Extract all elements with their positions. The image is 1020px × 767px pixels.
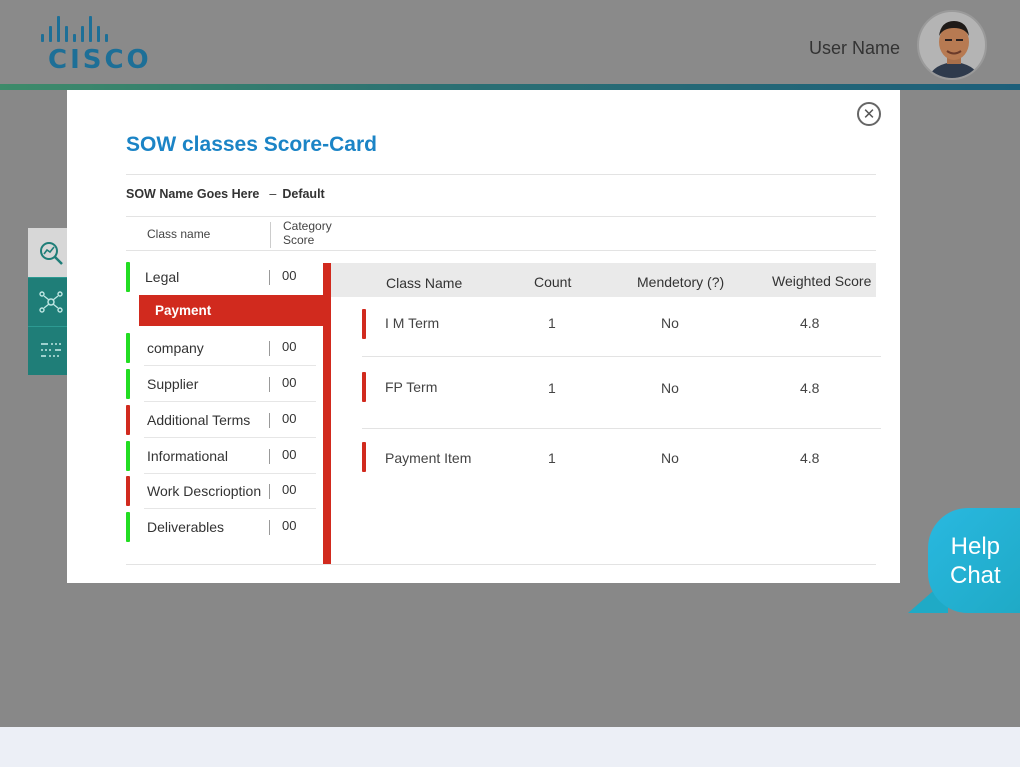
separator — [269, 270, 270, 285]
class-row-supplier[interactable]: Supplier 00 — [126, 366, 316, 402]
status-marker-green — [126, 369, 130, 399]
class-score: 00 — [282, 375, 297, 390]
cell-mandatory: No — [661, 380, 679, 396]
header-class-name: Class Name — [386, 275, 463, 291]
class-name: Deliverables — [147, 519, 225, 535]
class-name: Supplier — [147, 376, 199, 392]
divider — [126, 250, 876, 251]
top-header: CISCO User Name — [0, 0, 1020, 84]
column-header-class-name: Class name — [147, 227, 211, 241]
close-icon: ✕ — [862, 105, 876, 123]
status-marker-red — [126, 405, 130, 435]
status-marker-red — [362, 442, 366, 472]
divider — [126, 564, 876, 565]
class-row-legal[interactable]: Legal 00 — [126, 259, 316, 295]
cell-class-name: FP Term — [385, 379, 438, 395]
sow-separator: – — [269, 187, 277, 201]
cisco-logo-bars-icon — [41, 14, 148, 42]
class-row-payment-selected[interactable]: Payment — [139, 295, 324, 326]
column-header-separator — [270, 222, 271, 248]
status-marker-green — [126, 512, 130, 542]
status-marker-red — [362, 372, 366, 402]
cell-class-name: I M Term — [385, 315, 440, 331]
table-row[interactable]: FP Term 1 No 4.8 — [331, 365, 881, 429]
separator — [269, 484, 270, 499]
avatar-portrait-icon — [919, 12, 985, 78]
header-weighted-score: Weighted Score — [772, 273, 872, 289]
separator — [269, 449, 270, 464]
help-chat-line1: Help — [950, 533, 1001, 560]
class-name: company — [147, 340, 204, 356]
analytics-search-icon — [40, 241, 63, 265]
class-name: Informational — [147, 448, 228, 464]
row-divider — [362, 356, 881, 357]
scorecard-modal: ✕ SOW classes Score-Card SOW Name Goes H… — [67, 90, 900, 583]
list-filter-icon — [41, 343, 61, 357]
cell-count: 1 — [548, 450, 556, 466]
cisco-logo[interactable]: CISCO — [38, 14, 152, 75]
selected-class-connector — [323, 263, 331, 565]
class-score: 00 — [282, 268, 297, 283]
rail-item-list[interactable] — [28, 326, 68, 375]
cell-count: 1 — [548, 315, 556, 331]
cell-weighted-score: 4.8 — [800, 450, 820, 466]
header-mandatory: Mendetory (?) — [637, 274, 725, 290]
row-divider — [362, 428, 881, 429]
status-marker-green — [126, 441, 130, 471]
avatar[interactable] — [917, 10, 987, 80]
class-name: Legal — [145, 269, 180, 285]
rail-item-network[interactable] — [28, 277, 68, 326]
class-name: Additional Terms — [147, 412, 251, 428]
separator — [269, 413, 270, 428]
help-chat-label: Help Chat — [950, 532, 1001, 590]
class-score: 00 — [282, 339, 297, 354]
cell-mandatory: No — [661, 450, 679, 466]
class-row-deliverables[interactable]: Deliverables 00 — [126, 509, 316, 545]
cell-mandatory: No — [661, 315, 679, 331]
separator — [269, 520, 270, 535]
help-chat-button[interactable]: Help Chat — [908, 508, 1020, 613]
side-rail — [28, 228, 68, 375]
network-icon — [39, 291, 63, 313]
user-name[interactable]: User Name — [809, 38, 900, 59]
sow-name: SOW Name Goes Here — [126, 187, 260, 201]
status-marker-green — [126, 333, 130, 363]
class-row-additional-terms[interactable]: Additional Terms 00 — [126, 402, 316, 438]
separator — [269, 377, 270, 392]
detail-table-header: Class Name Count Mendetory (?) Weighted … — [331, 263, 876, 297]
class-score: 00 — [282, 518, 297, 533]
modal-title: SOW classes Score-Card — [126, 133, 377, 156]
status-marker-red — [362, 309, 366, 339]
sow-variant: Default — [282, 187, 325, 201]
status-marker-green — [126, 262, 130, 292]
separator — [269, 341, 270, 356]
class-score: 00 — [282, 482, 297, 497]
class-name: Work Descrioption — [147, 483, 262, 499]
cell-class-name: Payment Item — [385, 450, 472, 466]
column-header-category-score: Category Score — [283, 219, 332, 247]
header-count: Count — [534, 274, 572, 290]
cell-weighted-score: 4.8 — [800, 315, 820, 331]
class-row-company[interactable]: company 00 — [126, 330, 316, 366]
divider — [126, 216, 876, 217]
class-row-informational[interactable]: Informational 00 — [126, 438, 316, 474]
status-marker-red — [126, 476, 130, 506]
cell-weighted-score: 4.8 — [800, 380, 820, 396]
divider — [126, 174, 876, 175]
sow-name-line: SOW Name Goes Here – Default — [126, 187, 325, 201]
cell-count: 1 — [548, 380, 556, 396]
rail-item-analytics[interactable] — [28, 228, 68, 277]
class-score: 00 — [282, 411, 297, 426]
table-row[interactable]: I M Term 1 No 4.8 — [331, 297, 881, 357]
class-row-work-description[interactable]: Work Descrioption 00 — [126, 473, 316, 509]
help-chat-line2: Chat — [950, 562, 1001, 589]
cisco-logo-text: CISCO — [48, 45, 152, 75]
close-button[interactable]: ✕ — [857, 102, 881, 126]
class-score: 00 — [282, 447, 297, 462]
table-row[interactable]: Payment Item 1 No 4.8 — [331, 435, 881, 495]
